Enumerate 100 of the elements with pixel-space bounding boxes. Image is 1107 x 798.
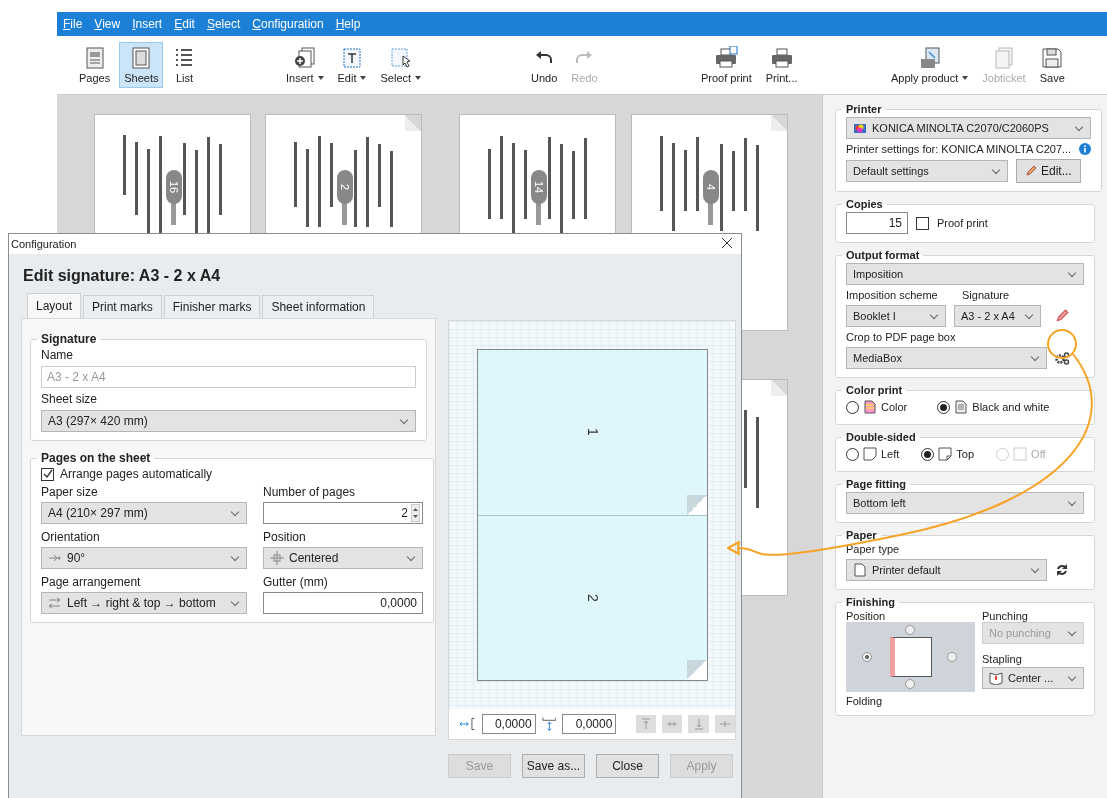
gears-icon[interactable] bbox=[1055, 350, 1070, 366]
dropdown[interactable]: Centered bbox=[263, 547, 423, 569]
radio-label: Black and white bbox=[972, 401, 1050, 413]
page-fitting-dropdown[interactable]: Bottom left bbox=[846, 492, 1084, 514]
page-number-badge: 14 bbox=[531, 170, 547, 204]
dialog-button[interactable]: Close bbox=[596, 754, 659, 778]
checkbox[interactable] bbox=[916, 216, 929, 230]
printer-settings-label: Printer settings for: KONICA MINOLTA C207... bbox=[846, 143, 1072, 155]
info-icon[interactable] bbox=[1079, 143, 1092, 155]
toolbar-button[interactable]: Edit bbox=[332, 42, 372, 88]
name-field[interactable]: A3 - 2 x A4 bbox=[41, 366, 416, 388]
field-label: Position bbox=[263, 530, 307, 544]
refresh-icon[interactable] bbox=[1055, 563, 1069, 577]
toolbar-button[interactable]: Sheets bbox=[119, 42, 164, 88]
toolbar-button[interactable]: Pages bbox=[74, 42, 116, 88]
margin-field[interactable]: 0,0000 bbox=[481, 714, 536, 734]
menu-item[interactable]: Help bbox=[333, 17, 363, 31]
group-title: Output format bbox=[845, 249, 921, 261]
field-label: Crop to PDF page box bbox=[846, 331, 957, 343]
margin-field[interactable]: 0,0000 bbox=[562, 714, 617, 734]
field-label: Page arrangement bbox=[41, 575, 142, 589]
checkbox-label: Proof print bbox=[937, 217, 988, 229]
field-label: Sheet size bbox=[41, 392, 99, 406]
menu-item[interactable]: Edit bbox=[172, 17, 197, 31]
toolbar-button[interactable]: Undo bbox=[526, 42, 563, 88]
arrange-icon bbox=[48, 596, 62, 610]
toolbar-button[interactable]: Select bbox=[375, 42, 427, 88]
pencil-icon bbox=[1025, 165, 1037, 177]
copies-field[interactable]: 15 bbox=[846, 212, 908, 234]
highlight-circle bbox=[1047, 329, 1077, 359]
radio-button[interactable] bbox=[846, 447, 859, 461]
menu-item[interactable]: Configuration bbox=[250, 17, 326, 31]
scheme-dropdown[interactable]: Booklet I bbox=[846, 305, 946, 327]
text-frame-icon bbox=[340, 46, 364, 70]
page-corner-fold bbox=[687, 660, 707, 680]
printer-icon bbox=[714, 46, 739, 70]
settings-dropdown[interactable]: Default settings bbox=[846, 160, 1008, 182]
position-radio[interactable] bbox=[862, 652, 872, 662]
dialog-button[interactable]: Save as... bbox=[522, 754, 585, 778]
output-mode-dropdown[interactable]: Imposition bbox=[846, 263, 1084, 285]
group-title: Signature bbox=[40, 332, 98, 346]
stapling-dropdown[interactable]: Center ... bbox=[982, 667, 1084, 690]
tab[interactable]: Layout bbox=[27, 293, 82, 318]
signature-dropdown[interactable]: A3 - 2 x A4 bbox=[954, 305, 1041, 327]
toolbar-button[interactable]: Insert bbox=[281, 42, 329, 88]
radio-button[interactable] bbox=[921, 447, 935, 461]
printer-icon bbox=[853, 121, 867, 135]
sheet-size-dropdown[interactable]: A3 (297× 420 mm) bbox=[41, 410, 416, 432]
page-corner-fold bbox=[687, 494, 707, 515]
page-number-badge: 16 bbox=[166, 170, 182, 204]
align-bottom-icon bbox=[692, 718, 705, 730]
group-title: Double-sided bbox=[845, 431, 917, 443]
paper-type-dropdown[interactable]: Printer default bbox=[846, 559, 1047, 581]
tab[interactable]: Finisher marks bbox=[163, 295, 261, 318]
page-number-badge: 2 bbox=[337, 170, 353, 204]
tab[interactable]: Print marks bbox=[83, 295, 162, 318]
radio-label: Color bbox=[881, 401, 908, 413]
field-label: Name bbox=[41, 348, 74, 362]
spin-arrows-icon[interactable] bbox=[411, 504, 420, 522]
menu-item[interactable]: Insert bbox=[130, 17, 165, 31]
striped-page-icon bbox=[863, 400, 877, 414]
radio-button[interactable] bbox=[937, 400, 951, 414]
booklet-icon bbox=[989, 671, 1003, 686]
radio-button[interactable] bbox=[846, 400, 859, 414]
field-label: Paper type bbox=[846, 543, 901, 555]
toolbar-button[interactable]: Proof print bbox=[696, 42, 757, 88]
dropdown[interactable]: Left → right & top → bottom bbox=[41, 592, 247, 614]
align-center-icon bbox=[718, 718, 731, 730]
group-title: Copies bbox=[845, 198, 884, 210]
tab[interactable]: Sheet information bbox=[262, 295, 375, 318]
dropdown[interactable]: A4 (210× 297 mm) bbox=[41, 502, 247, 524]
dialog-title: Configuration bbox=[11, 238, 77, 250]
page-icon bbox=[1013, 447, 1028, 461]
page-fold-icon bbox=[863, 447, 877, 461]
checkbox[interactable] bbox=[41, 467, 54, 481]
toolbar-button[interactable]: Save bbox=[1034, 42, 1070, 88]
menu-item[interactable]: Select bbox=[204, 17, 243, 31]
horizontal-margin-icon bbox=[459, 716, 476, 732]
position-radio[interactable] bbox=[905, 625, 915, 635]
menu-item[interactable]: File bbox=[61, 17, 85, 31]
printer-dropdown[interactable]: KONICA MINOLTA C2070/C2060PS bbox=[846, 117, 1092, 139]
selection-frame-icon bbox=[388, 46, 413, 70]
page-number: 2 bbox=[584, 593, 601, 602]
toolbar-button[interactable]: List bbox=[167, 42, 202, 88]
edit-button[interactable]: Edit... bbox=[1016, 159, 1081, 183]
toolbar-button[interactable]: Apply product bbox=[886, 42, 974, 88]
position-radio[interactable] bbox=[905, 679, 915, 689]
lined-page-icon bbox=[954, 400, 969, 414]
menu-item[interactable]: View bbox=[92, 17, 123, 31]
add-page-icon bbox=[292, 46, 317, 70]
group-title: Finishing bbox=[845, 596, 896, 608]
number-field[interactable]: 0,0000 bbox=[263, 592, 423, 614]
crop-dropdown[interactable]: MediaBox bbox=[846, 347, 1047, 369]
position-radio[interactable] bbox=[947, 652, 957, 662]
field-label: Orientation bbox=[41, 530, 101, 544]
group-title: Paper bbox=[845, 529, 878, 541]
dropdown[interactable]: 90° bbox=[41, 547, 247, 569]
spin-field[interactable]: 2 bbox=[263, 502, 423, 524]
toolbar-button[interactable]: Print... bbox=[760, 42, 803, 88]
pencil-icon[interactable] bbox=[1055, 309, 1069, 323]
